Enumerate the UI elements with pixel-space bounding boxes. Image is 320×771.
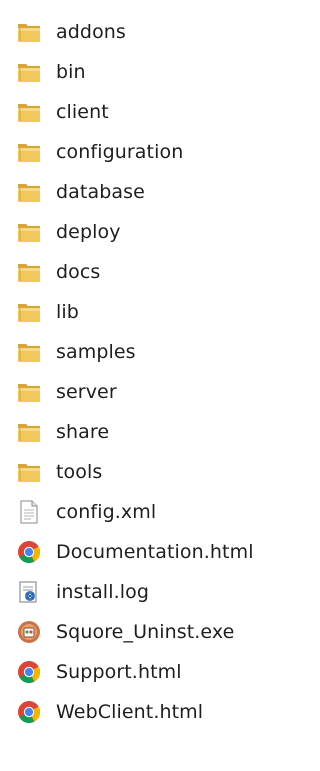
installer-icon	[16, 619, 42, 645]
file-item-label: config.xml	[56, 501, 157, 523]
file-item-docs[interactable]: docs	[16, 254, 100, 290]
file-item-label: Support.html	[56, 661, 182, 683]
file-item-label: configuration	[56, 141, 184, 163]
file-item-config-xml[interactable]: config.xml	[16, 494, 156, 530]
file-item-label: share	[56, 421, 110, 443]
file-item-label: docs	[56, 261, 101, 283]
file-item-addons[interactable]: addons	[16, 14, 126, 50]
file-list: addons bin client configuration database…	[0, 0, 305, 771]
folder-icon	[16, 459, 42, 485]
folder-icon	[16, 219, 42, 245]
file-item-label: bin	[56, 61, 86, 83]
file-item-label: server	[56, 381, 117, 403]
file-item-label: deploy	[56, 221, 121, 243]
file-item-lib[interactable]: lib	[16, 294, 79, 330]
file-item-configuration[interactable]: configuration	[16, 134, 183, 170]
file-item-webclient-html[interactable]: WebClient.html	[16, 694, 203, 730]
folder-icon	[16, 339, 42, 365]
file-item-label: addons	[56, 21, 126, 43]
chrome-icon	[16, 699, 42, 725]
file-item-client[interactable]: client	[16, 94, 109, 130]
chrome-icon	[16, 659, 42, 685]
folder-icon	[16, 19, 42, 45]
file-item-tools[interactable]: tools	[16, 454, 102, 490]
file-item-label: install.log	[56, 581, 149, 603]
file-item-documentation-html[interactable]: Documentation.html	[16, 534, 254, 570]
file-item-label: Documentation.html	[56, 541, 254, 563]
folder-icon	[16, 299, 42, 325]
file-item-label: Squore_Uninst.exe	[56, 621, 235, 643]
folder-icon	[16, 259, 42, 285]
file-item-label: samples	[56, 341, 136, 363]
folder-icon	[16, 379, 42, 405]
file-item-squore-uninst-exe[interactable]: Squore_Uninst.exe	[16, 614, 234, 650]
folder-icon	[16, 59, 42, 85]
file-item-label: client	[56, 101, 109, 123]
document-icon	[16, 499, 42, 525]
file-item-server[interactable]: server	[16, 374, 117, 410]
file-item-label: database	[56, 181, 145, 203]
file-item-label: tools	[56, 461, 103, 483]
file-item-samples[interactable]: samples	[16, 334, 136, 370]
folder-icon	[16, 179, 42, 205]
folder-icon	[16, 139, 42, 165]
folder-icon	[16, 419, 42, 445]
file-item-label: lib	[56, 301, 79, 323]
file-item-deploy[interactable]: deploy	[16, 214, 121, 250]
log-file-icon	[16, 579, 42, 605]
file-item-support-html[interactable]: Support.html	[16, 654, 182, 690]
chrome-icon	[16, 539, 42, 565]
folder-icon	[16, 99, 42, 125]
file-item-bin[interactable]: bin	[16, 54, 86, 90]
file-item-share[interactable]: share	[16, 414, 109, 450]
file-item-install-log[interactable]: install.log	[16, 574, 149, 610]
file-item-database[interactable]: database	[16, 174, 145, 210]
file-item-label: WebClient.html	[56, 701, 204, 723]
